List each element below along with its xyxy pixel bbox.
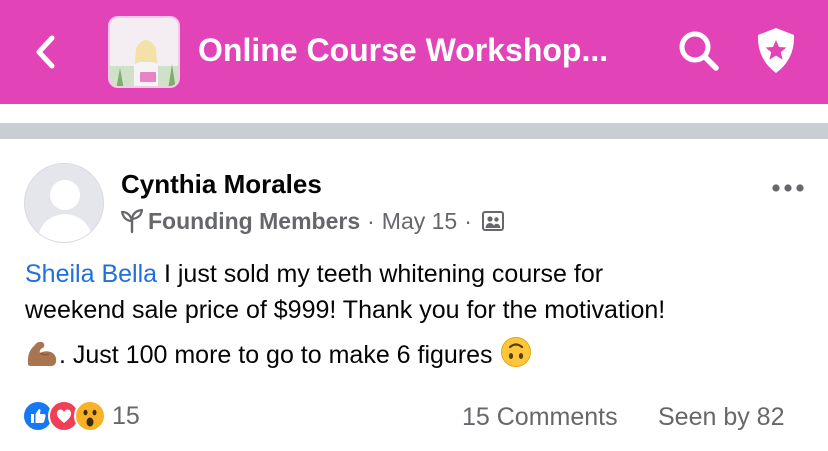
post-text-segment: I just sold my teeth whitening course fo… xyxy=(157,260,604,288)
post-text: Sheila Bella I just sold my teeth whiten… xyxy=(25,256,815,373)
back-button[interactable] xyxy=(30,32,64,72)
more-dots-icon xyxy=(772,184,804,192)
post-meta: Founding Members · May 15 · xyxy=(119,206,505,236)
search-button[interactable] xyxy=(676,28,722,74)
group-thumbnail[interactable] xyxy=(108,16,180,88)
post-line: weekend sale price of $999! Thank you fo… xyxy=(25,296,666,324)
chevron-left-icon xyxy=(36,35,55,69)
shield-star-icon xyxy=(757,28,795,73)
sprout-icon xyxy=(120,208,144,234)
member-badge[interactable]: Founding Members xyxy=(148,208,360,235)
reaction-icons xyxy=(22,398,122,434)
section-divider xyxy=(0,123,828,139)
more-options-button[interactable] xyxy=(770,178,806,198)
upside-down-face-emoji xyxy=(500,337,531,367)
avatar[interactable] xyxy=(24,163,104,243)
comments-link[interactable]: 15 Comments xyxy=(462,400,618,434)
audience-photo-icon xyxy=(481,211,504,231)
flexed-biceps-emoji xyxy=(27,341,57,367)
post-date[interactable]: May 15 xyxy=(382,208,457,235)
meta-separator: · xyxy=(367,207,375,234)
default-profile-icon xyxy=(25,164,103,242)
post-line: . Just 100 more to go to make 6 figures xyxy=(25,336,815,373)
wow-icon xyxy=(74,400,106,432)
admin-tools-button[interactable] xyxy=(754,26,798,76)
post-line: Sheila Bella I just sold my teeth whiten… xyxy=(25,256,815,292)
meta-separator: · xyxy=(464,207,472,234)
group-title[interactable]: Online Course Workshop... xyxy=(198,30,608,70)
group-cover-image xyxy=(110,18,178,86)
post-text-segment: . Just 100 more to go to make 6 figures xyxy=(59,341,500,369)
search-icon xyxy=(679,31,719,71)
seen-by-count[interactable]: Seen by 82 xyxy=(658,400,785,434)
group-header: Online Course Workshop... xyxy=(0,0,828,104)
post-author[interactable]: Cynthia Morales xyxy=(121,168,322,200)
mention-link[interactable]: Sheila Bella xyxy=(25,260,157,288)
reactions-summary[interactable]: 15 xyxy=(22,398,140,434)
